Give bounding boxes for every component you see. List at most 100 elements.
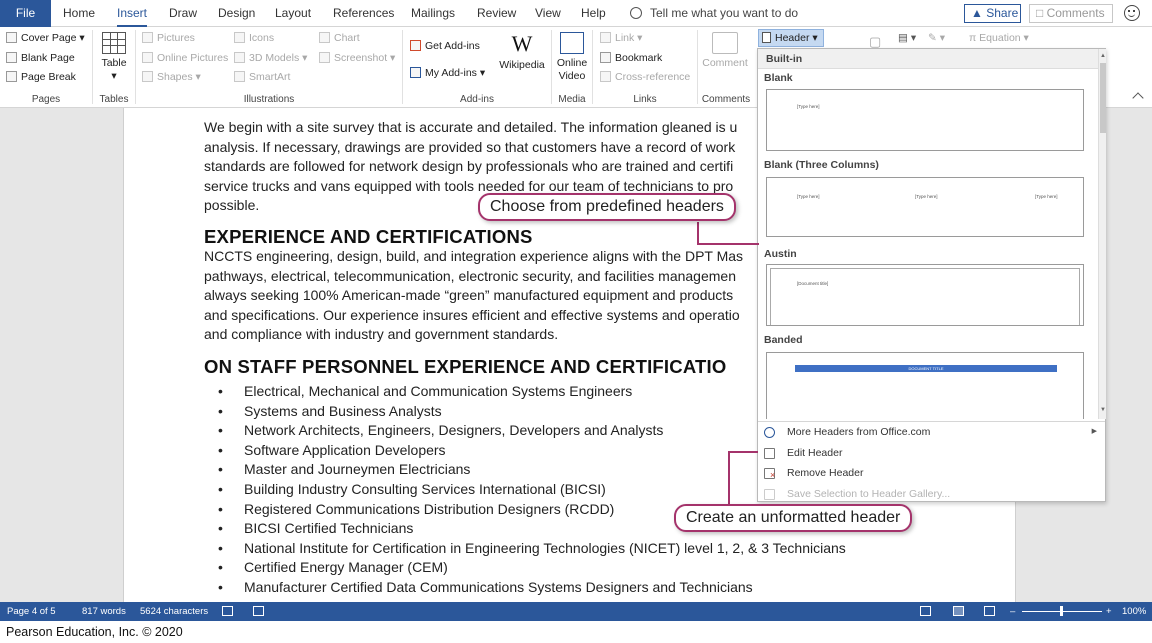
web-layout-icon[interactable] xyxy=(984,606,995,616)
tab-file[interactable]: File xyxy=(0,0,51,27)
shapes-button[interactable]: Shapes ▾ xyxy=(142,70,201,84)
save-selection-label: Save Selection to Header Gallery... xyxy=(787,487,951,500)
page-break-button[interactable]: Page Break xyxy=(6,70,76,84)
text-line: pathways, electrical, telecommunication,… xyxy=(204,267,736,284)
cross-reference-label: Cross-reference xyxy=(615,71,691,83)
table-icon xyxy=(102,32,126,54)
tell-me-box[interactable]: Tell me what you want to do xyxy=(630,0,798,27)
gallery-section-austin: Austin xyxy=(764,248,797,260)
tab-references[interactable]: References xyxy=(333,0,394,27)
link-button[interactable]: Link ▾ xyxy=(600,31,642,45)
bookmark-button[interactable]: Bookmark xyxy=(600,51,662,65)
get-addins-button[interactable]: Get Add-ins xyxy=(410,39,480,53)
scroll-up-icon[interactable]: ▲ xyxy=(1099,51,1107,61)
header-gallery-scroll-area[interactable]: Built-in Blank [Type here] Blank (Three … xyxy=(758,49,1098,419)
tab-review[interactable]: Review xyxy=(477,0,516,27)
link-icon xyxy=(600,32,611,43)
header-thumbnail-austin[interactable]: [Document title] xyxy=(766,264,1084,326)
proofing-icon[interactable] xyxy=(222,606,233,616)
online-video-label-1: Online xyxy=(556,57,588,69)
header-thumbnail-blank-three-columns[interactable]: [Type here] [Type here] [Type here] xyxy=(766,177,1084,237)
text-line: We begin with a site survey that is accu… xyxy=(204,119,738,135)
smiley-icon[interactable] xyxy=(1124,5,1140,21)
scroll-down-icon[interactable]: ▼ xyxy=(1099,405,1107,415)
chart-label: Chart xyxy=(334,32,360,44)
equation-button[interactable]: π Equation ▾ xyxy=(969,31,1029,45)
comment-button[interactable]: Comment xyxy=(700,32,750,70)
word-count[interactable]: 817 words xyxy=(82,602,126,621)
zoom-in-icon[interactable]: + xyxy=(1106,602,1112,621)
tab-insert[interactable]: Insert xyxy=(117,0,148,27)
share-button[interactable]: ▲ Share xyxy=(964,4,1021,23)
gallery-scrollbar[interactable]: ▲ ▼ xyxy=(1098,49,1106,419)
personnel-bullet-list: Electrical, Mechanical and Communication… xyxy=(204,382,846,598)
text-box-icon[interactable]: ▢ xyxy=(869,35,881,49)
chart-icon xyxy=(319,32,330,43)
icons-button[interactable]: Icons xyxy=(234,31,274,45)
tab-layout[interactable]: Layout xyxy=(275,0,311,27)
header-gallery-dropdown: Built-in Blank [Type here] Blank (Three … xyxy=(757,48,1106,502)
tab-design[interactable]: Design xyxy=(218,0,255,27)
comments-button[interactable]: □ Comments xyxy=(1029,4,1113,23)
group-label-comments: Comments xyxy=(701,94,751,105)
submenu-arrow-icon: ▶ xyxy=(1091,428,1097,435)
equation-label: Equation xyxy=(979,32,1021,44)
header-thumbnail-banded[interactable]: DOCUMENT TITLE xyxy=(766,352,1084,419)
my-addins-icon xyxy=(410,67,421,78)
pictures-button[interactable]: Pictures xyxy=(142,31,195,45)
paragraph-experience: NCCTS engineering, design, build, and in… xyxy=(204,247,764,345)
tab-view[interactable]: View xyxy=(535,0,561,27)
header-icon xyxy=(762,32,771,43)
chart-button[interactable]: Chart xyxy=(319,31,360,45)
group-separator xyxy=(697,30,698,104)
list-item: National Institute for Certification in … xyxy=(204,539,846,559)
tab-help[interactable]: Help xyxy=(581,0,606,27)
list-item: Building Industry Consulting Services In… xyxy=(204,480,846,500)
signature-line-icon[interactable]: ✎ ▾ xyxy=(928,31,945,45)
my-addins-label: My Add-ins xyxy=(425,67,477,79)
blank-page-button[interactable]: Blank Page xyxy=(6,51,75,65)
group-label-pages: Pages xyxy=(31,94,61,105)
save-selection-menu-item[interactable]: Save Selection to Header Gallery... xyxy=(758,484,1105,505)
blank-page-label: Blank Page xyxy=(21,52,75,64)
austin-frame xyxy=(770,268,1080,325)
page-break-label: Page Break xyxy=(21,71,76,83)
tab-home[interactable]: Home xyxy=(63,0,95,27)
focus-mode-icon[interactable] xyxy=(920,606,931,616)
print-layout-icon[interactable] xyxy=(953,606,964,616)
online-pictures-button[interactable]: Online Pictures xyxy=(142,51,228,65)
header-dropdown-button[interactable]: Header ▾ xyxy=(758,29,824,47)
cross-reference-button[interactable]: Cross-reference xyxy=(600,70,690,84)
my-addins-button[interactable]: My Add-ins ▾ xyxy=(410,66,485,80)
quick-parts-icon[interactable]: ▤ ▾ xyxy=(898,31,916,45)
scroll-thumb[interactable] xyxy=(1100,63,1106,133)
edit-header-menu-item[interactable]: Edit Header xyxy=(758,443,1105,464)
more-headers-menu-item[interactable]: More Headers from Office.com ▶ xyxy=(758,422,1105,443)
zoom-out-icon[interactable]: – xyxy=(1010,602,1015,621)
group-label-tables: Tables xyxy=(99,94,129,105)
macro-icon[interactable] xyxy=(253,606,264,616)
tab-draw[interactable]: Draw xyxy=(169,0,197,27)
list-item: Systems and Business Analysts xyxy=(204,402,846,422)
online-video-button[interactable]: Online Video xyxy=(553,32,591,83)
table-button[interactable]: Table ▾ xyxy=(98,32,130,83)
header-button-label: Header xyxy=(775,32,810,44)
remove-header-menu-item[interactable]: Remove Header xyxy=(758,463,1105,484)
ribbon-tab-bar: File Home Insert Draw Design Layout Refe… xyxy=(0,0,1152,27)
group-separator xyxy=(402,30,403,104)
character-count[interactable]: 5624 characters xyxy=(140,602,208,621)
zoom-level[interactable]: 100% xyxy=(1122,602,1146,621)
header-thumbnail-blank[interactable]: [Type here] xyxy=(766,89,1084,151)
screenshot-button[interactable]: Screenshot ▾ xyxy=(319,51,395,65)
3d-models-button[interactable]: 3D Models ▾ xyxy=(234,51,307,65)
wikipedia-button[interactable]: W Wikipedia xyxy=(498,32,546,72)
collapse-ribbon-icon[interactable] xyxy=(1132,92,1144,104)
save-selection-icon xyxy=(764,488,775,500)
search-icon xyxy=(630,7,642,19)
zoom-slider-thumb[interactable] xyxy=(1060,606,1063,616)
list-item: Network Architects, Engineers, Designers… xyxy=(204,421,846,441)
page-count[interactable]: Page 4 of 5 xyxy=(7,602,56,621)
smartart-button[interactable]: SmartArt xyxy=(234,70,290,84)
cover-page-button[interactable]: Cover Page ▾ xyxy=(6,31,85,45)
tab-mailings[interactable]: Mailings xyxy=(411,0,455,27)
